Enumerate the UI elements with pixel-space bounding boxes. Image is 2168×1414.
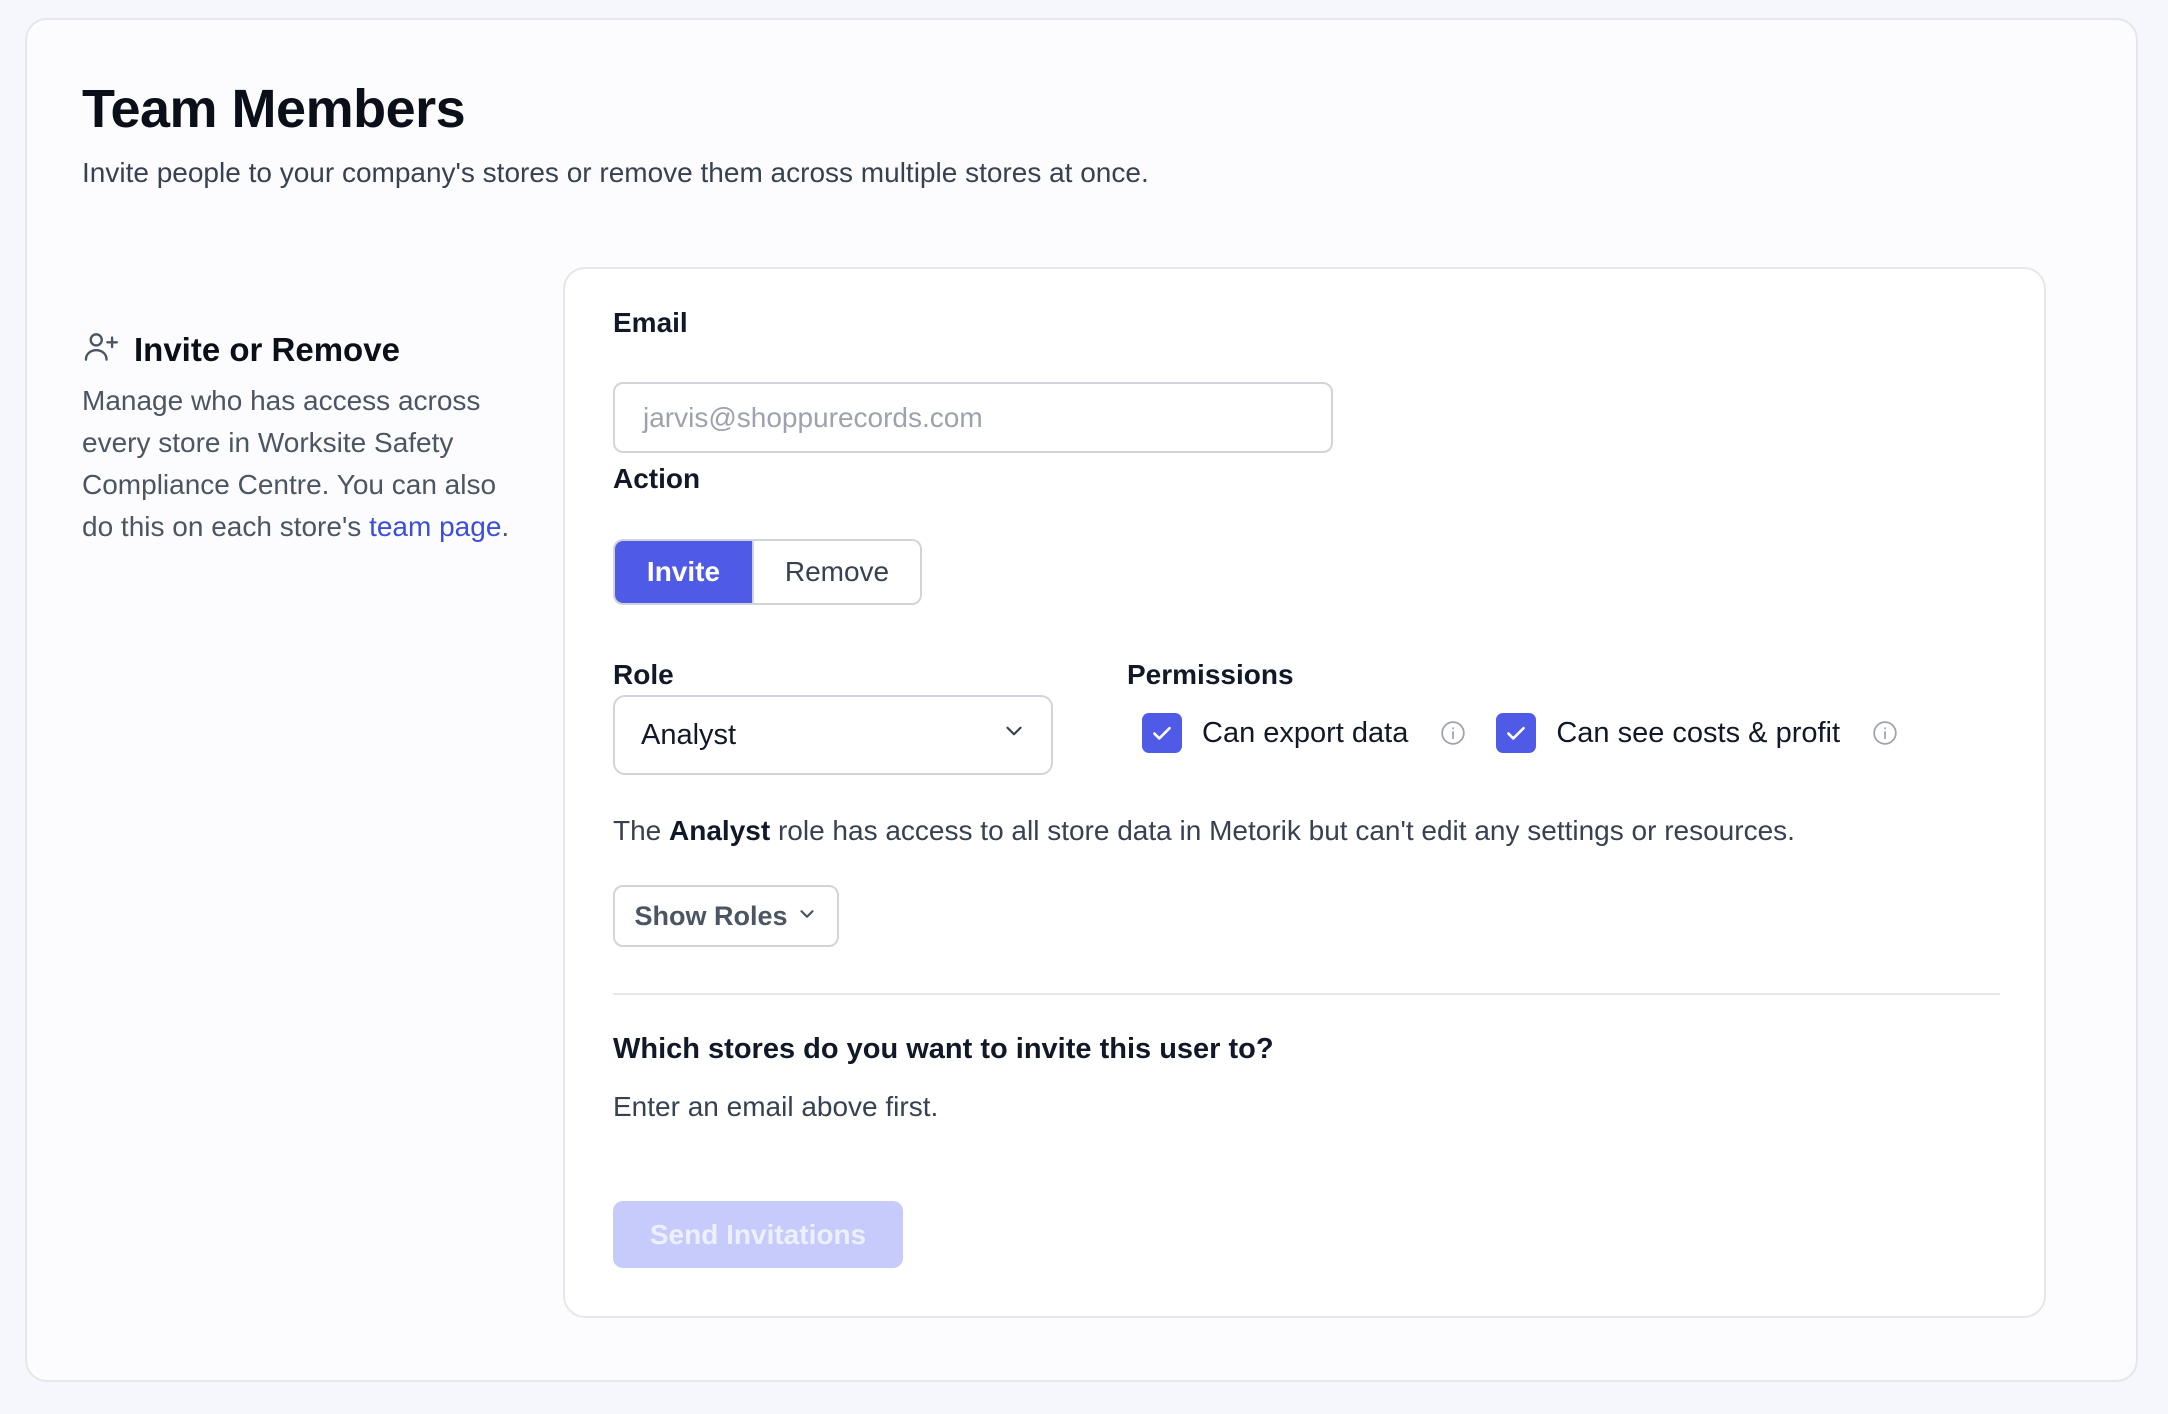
show-roles-button[interactable]: Show Roles <box>613 885 839 947</box>
stores-question: Which stores do you want to invite this … <box>613 1033 1274 1065</box>
section-title: Invite or Remove <box>134 330 400 368</box>
check-icon <box>1153 726 1171 740</box>
export-data-label: Can export data <box>1202 716 1409 749</box>
costs-profit-checkbox[interactable] <box>1496 713 1537 753</box>
role-select-value: Analyst <box>641 718 737 751</box>
section-description: Manage who has access across every store… <box>82 380 512 548</box>
section-header: Invite or Remove <box>82 328 400 371</box>
email-placeholder: jarvis@shoppurecords.com <box>643 401 983 433</box>
role-description-text: role has access to all store data in Met… <box>770 815 1795 846</box>
permissions-group: Can export data Can see costs & profit <box>1142 713 1898 753</box>
stores-hint: Enter an email above first. <box>613 1091 939 1122</box>
role-description: The Analyst role has access to all store… <box>613 815 1795 847</box>
chevron-down-icon <box>796 901 818 932</box>
section-description-end: . <box>501 511 510 542</box>
check-icon <box>1507 726 1526 740</box>
permissions-label: Permissions <box>1127 659 1294 690</box>
role-label: Role <box>613 659 674 690</box>
email-field[interactable]: jarvis@shoppurecords.com <box>613 382 1333 453</box>
action-toggle: Invite Remove <box>613 539 922 605</box>
role-select[interactable]: Analyst <box>613 695 1053 775</box>
show-roles-label: Show Roles <box>634 900 788 931</box>
remove-button[interactable]: Remove <box>752 541 920 603</box>
invite-form: Email jarvis@shoppurecords.com Action In… <box>563 267 2046 1318</box>
team-page-link[interactable]: team page <box>369 511 501 542</box>
info-icon[interactable] <box>1872 720 1898 746</box>
action-label: Action <box>613 463 701 494</box>
invite-button[interactable]: Invite <box>615 541 752 603</box>
role-name: Analyst <box>669 815 771 846</box>
chevron-down-icon <box>1001 718 1027 752</box>
role-description-prefix: The <box>613 815 670 846</box>
costs-profit-label: Can see costs & profit <box>1556 716 1841 749</box>
email-label: Email <box>613 307 688 338</box>
send-invitations-button[interactable]: Send Invitations <box>613 1201 903 1268</box>
export-data-checkbox[interactable] <box>1142 713 1182 753</box>
page-subtitle: Invite people to your company's stores o… <box>82 157 1149 188</box>
page-title: Team Members <box>82 79 466 139</box>
user-plus-icon <box>82 328 120 371</box>
divider <box>613 993 2000 995</box>
info-icon[interactable] <box>1440 720 1466 746</box>
